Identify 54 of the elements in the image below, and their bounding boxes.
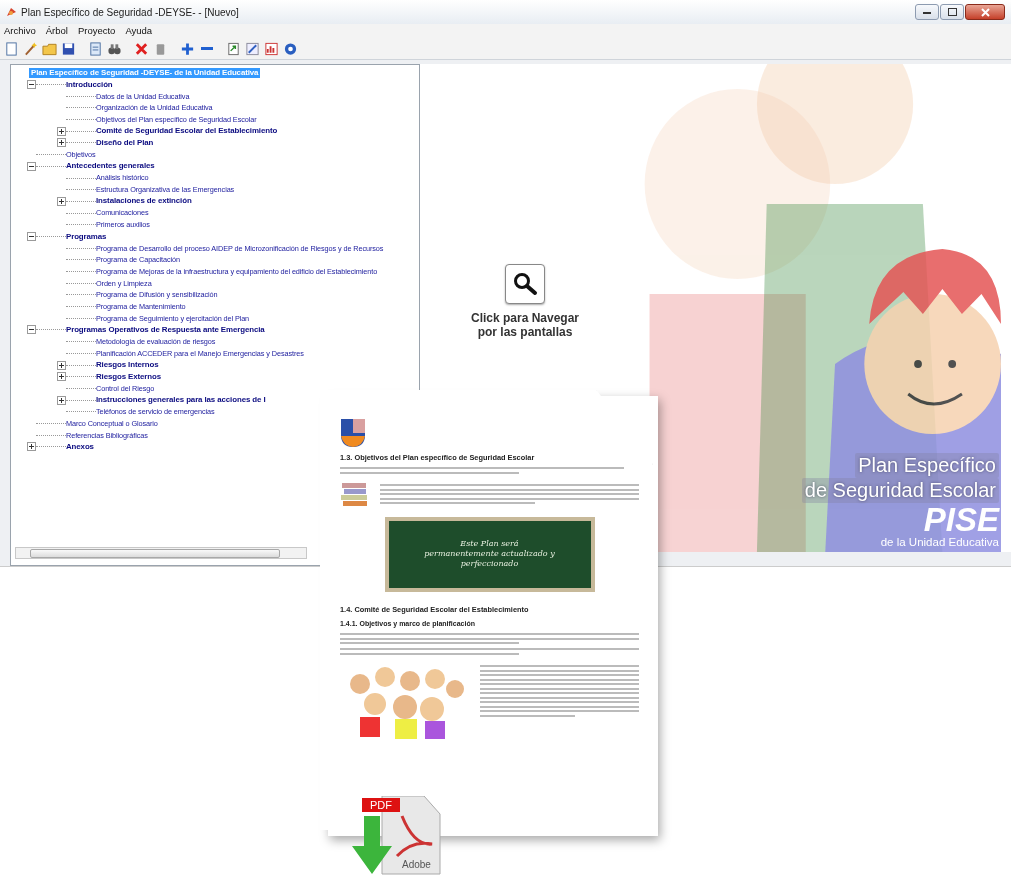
pdf-download-icon <box>352 796 444 876</box>
page-arrow-button[interactable] <box>225 40 242 57</box>
plus-icon <box>180 40 195 57</box>
search-icon <box>512 271 538 297</box>
close-button[interactable] <box>965 4 1005 20</box>
menu-item[interactable]: Árbol <box>45 23 68 39</box>
plus-icon <box>59 198 64 204</box>
maximize-icon <box>947 8 957 16</box>
navigation-caption: Click para Navegar por las pantallas <box>470 312 580 340</box>
minus-icon <box>29 235 34 237</box>
document-button[interactable] <box>3 40 20 57</box>
wand-icon <box>23 40 38 57</box>
crest-drawing <box>340 418 366 448</box>
expand-toggle[interactable] <box>57 372 66 382</box>
maximize-button[interactable] <box>940 4 964 20</box>
brand-label: Adobe <box>402 860 431 870</box>
menu-item[interactable]: Ayuda <box>125 23 153 39</box>
collapse-toggle[interactable] <box>27 80 36 90</box>
app-icon <box>6 6 17 18</box>
expand-toggle[interactable] <box>57 395 66 405</box>
minimize-button[interactable] <box>915 4 939 20</box>
page-icon <box>88 40 103 57</box>
plus-icon <box>59 140 64 146</box>
plus-icon <box>59 397 64 403</box>
pdf-label: PDF <box>362 798 400 812</box>
minimize-icon <box>923 10 931 14</box>
expand-toggle[interactable] <box>57 196 66 206</box>
collapse-toggle[interactable] <box>27 161 36 171</box>
banner-subtitle: de la Unidad Educativa <box>880 536 999 550</box>
chart-button[interactable] <box>263 40 280 57</box>
minus-icon <box>29 165 34 167</box>
collapse-toggle[interactable] <box>27 231 36 241</box>
minus-icon <box>29 84 34 86</box>
expand-toggle[interactable] <box>57 138 66 148</box>
expand-toggle[interactable] <box>57 126 66 136</box>
expand-toggle[interactable] <box>27 442 36 452</box>
plus-button[interactable] <box>179 40 196 57</box>
expand-toggle[interactable] <box>57 360 66 370</box>
menu-item[interactable]: Proyecto <box>77 23 116 39</box>
minus-icon <box>29 329 34 331</box>
banner-acronym: PISE <box>923 503 999 537</box>
chalkboard-text: Este Plan será permanentemente actualizado y perfeccionado <box>423 538 556 570</box>
minus-icon <box>200 47 213 50</box>
plus-icon <box>59 374 64 380</box>
plus-icon <box>29 444 34 450</box>
plus-icon <box>59 362 64 368</box>
close-icon <box>980 7 990 17</box>
save-button[interactable] <box>60 40 77 57</box>
search-button[interactable] <box>505 264 545 304</box>
plus-icon <box>59 128 64 134</box>
horizontal-scrollbar[interactable] <box>15 547 307 559</box>
collapse-toggle[interactable] <box>27 325 36 335</box>
menu-item[interactable]: Archivo <box>4 23 36 39</box>
window-title: Plan Específico de Seguridad -DEYSE- - [Nuevo] <box>21 5 239 20</box>
